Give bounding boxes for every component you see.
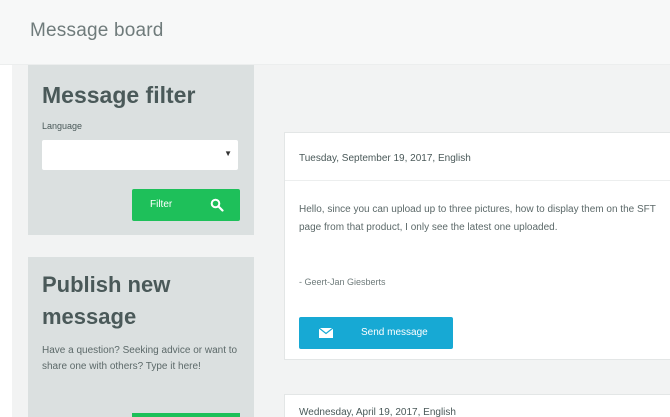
caret-down-icon: ▼ — [224, 149, 232, 158]
language-label: Language — [42, 121, 83, 131]
send-message-button[interactable]: Send message — [299, 317, 453, 349]
filter-button[interactable]: Filter — [132, 189, 240, 221]
message-card: Tuesday, September 19, 2017, English Hel… — [284, 132, 670, 360]
send-message-label: Send message — [361, 327, 428, 338]
message-filter-panel: Message filter Language ▼ Filter — [28, 65, 254, 235]
message-card: Wednesday, April 19, 2017, English — [284, 394, 670, 417]
publish-title: Publish new message — [42, 272, 171, 329]
message-filter-title: Message filter — [42, 82, 196, 108]
message-date: Wednesday, April 19, 2017, English — [299, 407, 456, 417]
message-author: - Geert-Jan Giesberts — [299, 277, 386, 287]
divider — [285, 180, 670, 181]
message-body: Hello, since you can upload up to three … — [299, 204, 656, 233]
message-date: Tuesday, September 19, 2017, English — [299, 153, 471, 164]
search-icon — [210, 198, 224, 212]
publish-button[interactable] — [132, 413, 240, 417]
page: Message board Message filter Language ▼ … — [0, 0, 670, 417]
top-bar: Message board — [0, 0, 670, 65]
filter-button-label: Filter — [150, 199, 173, 210]
publish-description: Have a question? Seeking advice or want … — [42, 345, 238, 372]
page-title: Message board — [30, 20, 164, 41]
envelope-icon — [319, 328, 333, 338]
language-select[interactable]: ▼ — [42, 140, 238, 170]
publish-panel: Publish new message Have a question? See… — [28, 257, 254, 417]
